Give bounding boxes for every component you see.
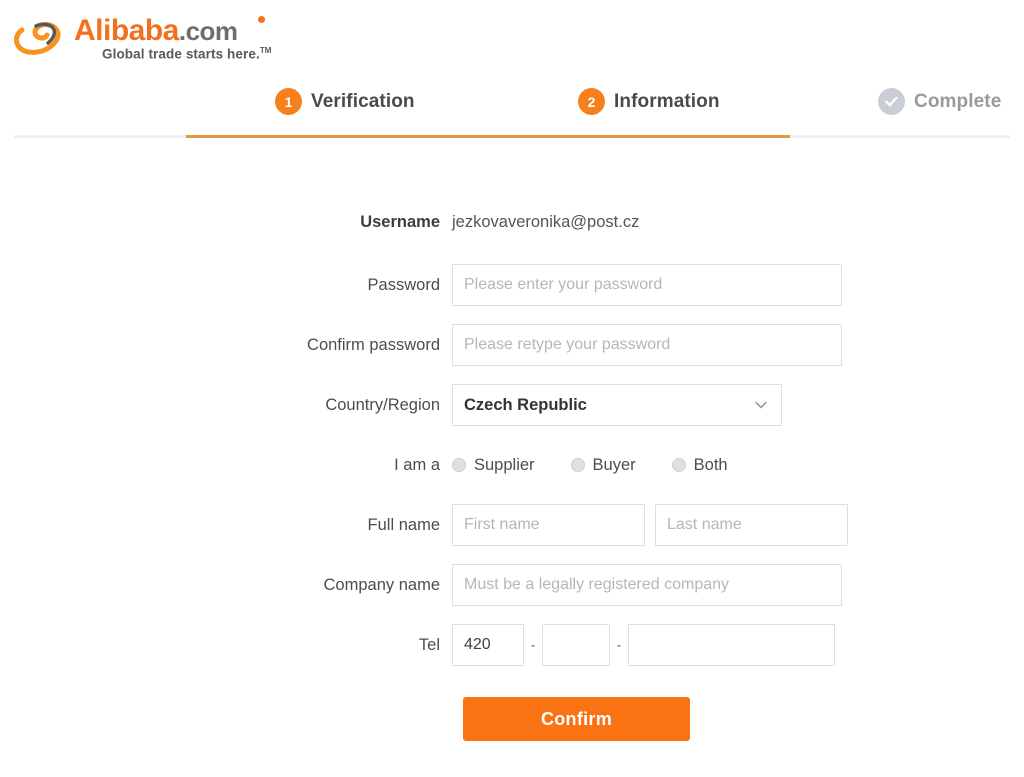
confirm-password-label: Confirm password <box>307 335 440 354</box>
company-name-label: Company name <box>323 575 440 594</box>
chevron-down-icon <box>753 385 769 425</box>
i-am-a-label: I am a <box>394 455 440 474</box>
country-selected-value: Czech Republic <box>464 395 587 414</box>
radio-supplier-label: Supplier <box>474 455 535 474</box>
company-name-row: Company name <box>0 563 1024 607</box>
step-verification[interactable]: 1 Verification <box>275 88 415 115</box>
first-name-input[interactable] <box>452 504 645 546</box>
logo-wordmark: Alibaba.com <box>74 14 238 48</box>
progress-steps: 1 Verification 2 Information Complete <box>0 78 1024 163</box>
password-row: Password <box>0 263 1024 307</box>
company-name-input[interactable] <box>452 564 842 606</box>
radio-both[interactable]: Both <box>671 455 728 475</box>
confirm-password-row: Confirm password <box>0 323 1024 367</box>
confirm-password-input[interactable] <box>452 324 842 366</box>
submit-row: Confirm <box>0 697 1024 741</box>
registered-mark-dot <box>258 16 265 23</box>
alibaba-swirl-icon <box>14 22 61 55</box>
tel-separator-2: - <box>616 636 622 654</box>
alibaba-logo[interactable]: Alibaba.com Global trade starts here.TM <box>14 12 274 68</box>
step-1-label: Verification <box>311 90 415 112</box>
logo-tagline: Global trade starts here.TM <box>102 46 272 62</box>
tel-country-code-input[interactable] <box>452 624 524 666</box>
country-row: Country/Region Czech Republic <box>0 383 1024 427</box>
step-complete: Complete <box>878 88 1001 115</box>
registration-form: Username jezkovaveronika@post.cz Passwor… <box>0 205 1024 741</box>
radio-buyer[interactable]: Buyer <box>570 455 636 475</box>
radio-buyer-label: Buyer <box>592 455 636 474</box>
tel-area-code-input[interactable] <box>542 624 610 666</box>
radio-supplier[interactable]: Supplier <box>452 456 535 475</box>
username-row: Username jezkovaveronika@post.cz <box>0 205 1024 239</box>
tel-separator-1: - <box>530 636 536 654</box>
confirm-button[interactable]: Confirm <box>463 697 690 741</box>
radio-both-label: Both <box>693 455 728 474</box>
i-am-a-row: I am a Supplier Buyer Both <box>0 443 1024 487</box>
radio-buyer-dot-icon[interactable] <box>570 458 585 472</box>
country-label: Country/Region <box>325 395 440 414</box>
tel-number-input[interactable] <box>628 624 835 666</box>
password-label: Password <box>367 275 440 294</box>
radio-supplier-dot-icon[interactable] <box>452 458 466 472</box>
password-input[interactable] <box>452 264 842 306</box>
check-circle-icon <box>878 88 905 115</box>
full-name-label: Full name <box>367 515 440 534</box>
logo-suffix: .com <box>178 16 238 46</box>
username-label: Username <box>360 212 440 231</box>
tel-label: Tel <box>418 635 440 654</box>
step-2-badge-icon: 2 <box>578 88 605 115</box>
page-header: Alibaba.com Global trade starts here.TM <box>0 0 1024 78</box>
steps-baseline-active <box>186 135 790 138</box>
step-information[interactable]: 2 Information <box>578 88 720 115</box>
step-3-label: Complete <box>914 90 1002 112</box>
radio-both-dot-icon[interactable] <box>671 458 686 472</box>
step-1-badge-icon: 1 <box>275 88 302 115</box>
logo-name: Alibaba <box>74 14 179 47</box>
tel-group: - - <box>452 624 835 666</box>
logo-tm-mark: TM <box>259 46 272 55</box>
last-name-input[interactable] <box>655 504 848 546</box>
logo-tagline-text: Global trade starts here. <box>102 46 260 62</box>
country-select[interactable]: Czech Republic <box>452 384 782 426</box>
i-am-a-radio-group: Supplier Buyer Both <box>452 456 764 475</box>
full-name-row: Full name <box>0 503 1024 547</box>
step-2-label: Information <box>614 90 720 112</box>
steps-list: 1 Verification 2 Information Complete <box>0 78 1024 135</box>
username-value: jezkovaveronika@post.cz <box>452 212 640 231</box>
tel-row: Tel - - <box>0 623 1024 667</box>
